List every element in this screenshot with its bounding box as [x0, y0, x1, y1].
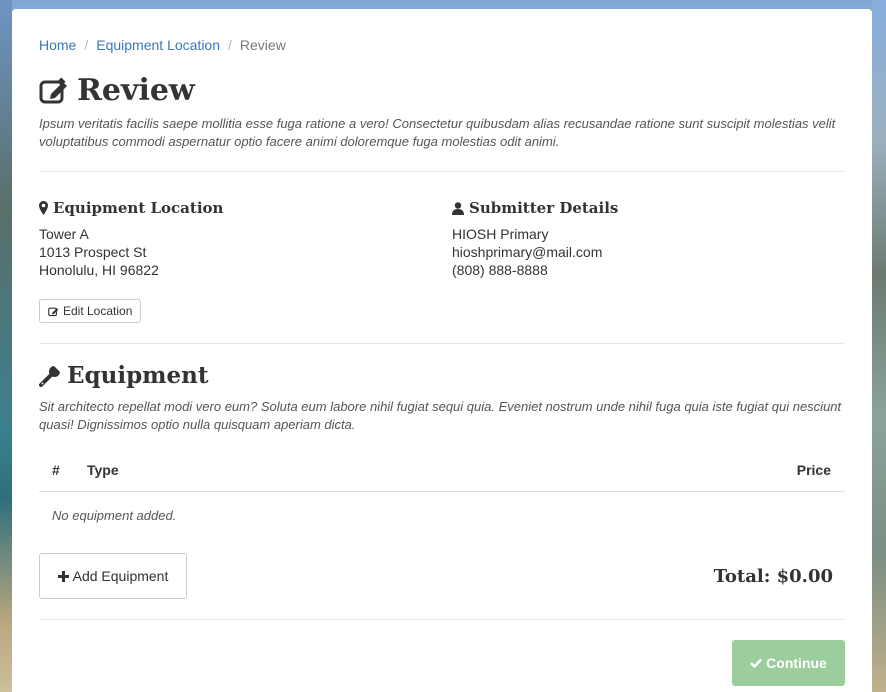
background-right	[872, 0, 886, 692]
background-left	[0, 0, 12, 692]
intro-text: Ipsum veritatis facilis saepe mollitia e…	[39, 116, 836, 149]
page-title-row: Review	[39, 73, 195, 108]
continue-label: Continue	[766, 655, 827, 671]
submitter-heading: Submitter Details	[452, 199, 618, 217]
location-line-3: Honolulu, HI 96822	[39, 262, 159, 278]
wrench-icon	[39, 365, 61, 387]
location-heading: Equipment Location	[39, 199, 223, 217]
breadcrumb-separator: /	[84, 37, 89, 53]
edit-location-button[interactable]: Edit Location	[39, 299, 142, 323]
submitter-phone: (808) 888-8888	[452, 262, 548, 278]
breadcrumb-equipment-location[interactable]: Equipment Location	[96, 37, 220, 53]
column-header-price: Price	[796, 462, 831, 478]
equipment-title: Equipment	[67, 362, 209, 389]
location-title: Equipment Location	[53, 199, 224, 217]
breadcrumb-current: Review	[239, 37, 286, 53]
add-equipment-label: Add Equipment	[72, 568, 169, 584]
map-marker-icon	[39, 201, 48, 215]
edit-icon	[39, 76, 69, 105]
edit-icon	[48, 306, 59, 317]
edit-location-label: Edit Location	[63, 304, 133, 318]
user-icon	[452, 201, 464, 215]
equipment-description: Sit architecto repellat modi vero eum? S…	[39, 399, 842, 432]
divider	[39, 619, 845, 620]
breadcrumb-separator: /	[228, 37, 232, 53]
page-title: Review	[77, 73, 195, 108]
divider	[39, 343, 845, 344]
equipment-heading: Equipment	[39, 362, 208, 389]
column-header-type: Type	[87, 462, 119, 478]
submitter-name: HIOSH Primary	[452, 226, 549, 242]
total-amount: Total: $0.00	[713, 566, 833, 587]
check-icon	[750, 658, 763, 668]
table-header-divider	[39, 491, 845, 492]
plus-icon	[57, 570, 69, 582]
divider	[39, 171, 845, 172]
add-equipment-button[interactable]: Add Equipment	[39, 553, 187, 599]
breadcrumb-home[interactable]: Home	[39, 37, 76, 53]
location-line-1: Tower A	[39, 226, 89, 242]
submitter-email: hioshprimary@mail.com	[452, 244, 603, 260]
review-card: Home / Equipment Location / Review Revie…	[12, 9, 872, 692]
column-header-number: #	[52, 462, 60, 478]
empty-equipment-message: No equipment added.	[52, 508, 177, 523]
location-address: Tower A 1013 Prospect St Honolulu, HI 96…	[39, 225, 159, 279]
breadcrumb: Home / Equipment Location / Review	[39, 37, 286, 53]
submitter-details: HIOSH Primary hioshprimary@mail.com (808…	[452, 225, 602, 279]
submitter-title: Submitter Details	[469, 199, 619, 217]
continue-button[interactable]: Continue	[732, 640, 845, 686]
location-line-2: 1013 Prospect St	[39, 244, 147, 260]
